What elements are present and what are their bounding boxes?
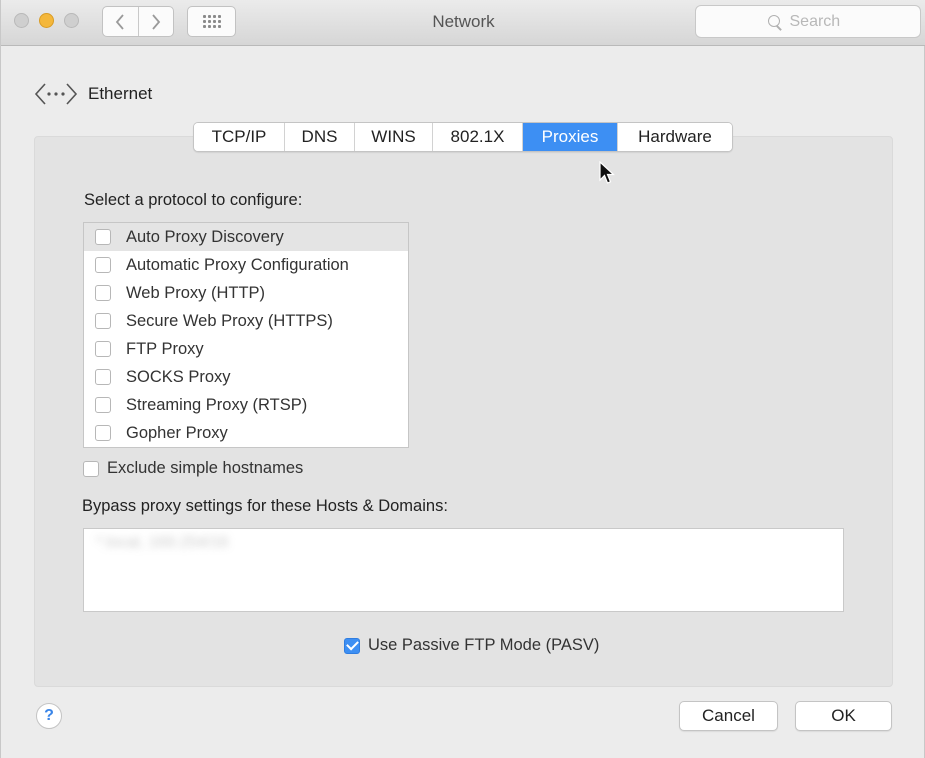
grid-icon (202, 15, 221, 28)
checkbox[interactable] (95, 397, 111, 413)
exclude-simple-hostnames-label: Exclude simple hostnames (107, 459, 304, 477)
tab-bar: TCP/IP DNS WINS 802.1X Proxies Hardware (193, 122, 733, 152)
tab-wins[interactable]: WINS (354, 123, 432, 151)
checkbox[interactable] (95, 229, 111, 245)
back-button[interactable] (103, 7, 138, 36)
checkbox[interactable] (95, 425, 111, 441)
bypass-label: Bypass proxy settings for these Hosts & … (82, 497, 448, 515)
help-button[interactable]: ? (36, 703, 62, 729)
exclude-simple-hostnames-checkbox[interactable] (83, 460, 99, 477)
chevron-left-icon (116, 13, 124, 30)
checkbox[interactable] (95, 257, 111, 273)
tab-tcp-ip[interactable]: TCP/IP (194, 123, 284, 151)
bypass-hosts-field[interactable]: *.local, 169.254/16 (83, 528, 844, 612)
interface-name: Ethernet (88, 84, 153, 103)
search-icon (767, 14, 783, 30)
passive-ftp-checkbox[interactable] (344, 637, 360, 654)
protocol-label: FTP Proxy (126, 339, 204, 358)
protocol-row-ftp-proxy[interactable]: FTP Proxy (84, 335, 408, 363)
protocol-list: Auto Proxy Discovery Automatic Proxy Con… (83, 222, 409, 448)
checkbox[interactable] (95, 313, 111, 329)
passive-ftp-label: Use Passive FTP Mode (PASV) (368, 636, 600, 654)
chevron-right-icon (152, 13, 160, 30)
checkbox[interactable] (95, 341, 111, 357)
bypass-hosts-value: *.local, 169.254/16 (96, 534, 229, 551)
tab-dns[interactable]: DNS (284, 123, 354, 151)
navigation-buttons (102, 6, 174, 37)
ethernet-icon (34, 83, 78, 105)
network-preferences-window: Network Ethernet TCP/IP DNS WINS 802.1X … (0, 0, 925, 758)
minimize-window-button[interactable] (39, 13, 54, 28)
search-field[interactable] (695, 5, 921, 38)
protocol-row-automatic-proxy-configuration[interactable]: Automatic Proxy Configuration (84, 251, 408, 279)
protocol-label: Automatic Proxy Configuration (126, 255, 349, 274)
protocol-row-streaming-proxy[interactable]: Streaming Proxy (RTSP) (84, 391, 408, 419)
ok-button[interactable]: OK (795, 701, 892, 731)
protocol-label: SOCKS Proxy (126, 367, 231, 386)
protocol-row-web-proxy[interactable]: Web Proxy (HTTP) (84, 279, 408, 307)
exclude-simple-hostnames-option[interactable]: Exclude simple hostnames (83, 459, 303, 478)
protocol-label: Secure Web Proxy (HTTPS) (126, 311, 333, 330)
protocol-row-secure-web-proxy[interactable]: Secure Web Proxy (HTTPS) (84, 307, 408, 335)
protocol-prompt: Select a protocol to configure: (84, 191, 303, 209)
title-bar: Network (1, 0, 925, 46)
checkbox[interactable] (95, 369, 111, 385)
protocol-row-auto-proxy-discovery[interactable]: Auto Proxy Discovery (84, 223, 408, 251)
protocol-row-gopher-proxy[interactable]: Gopher Proxy (84, 419, 408, 447)
mouse-cursor-icon (599, 161, 615, 184)
search-input[interactable] (789, 12, 850, 31)
tab-proxies[interactable]: Proxies (522, 123, 617, 151)
protocol-label: Gopher Proxy (126, 423, 228, 442)
passive-ftp-option[interactable]: Use Passive FTP Mode (PASV) (344, 636, 599, 655)
show-all-button[interactable] (187, 6, 236, 37)
protocol-label: Streaming Proxy (RTSP) (126, 395, 308, 414)
protocol-label: Web Proxy (HTTP) (126, 283, 266, 302)
protocol-label: Auto Proxy Discovery (126, 227, 284, 246)
protocol-row-socks-proxy[interactable]: SOCKS Proxy (84, 363, 408, 391)
tab-802-1x[interactable]: 802.1X (432, 123, 522, 151)
tab-hardware[interactable]: Hardware (617, 123, 732, 151)
forward-button[interactable] (137, 7, 174, 36)
close-window-button[interactable] (14, 13, 29, 28)
cancel-button[interactable]: Cancel (679, 701, 778, 731)
checkbox[interactable] (95, 285, 111, 301)
zoom-window-button[interactable] (64, 13, 79, 28)
